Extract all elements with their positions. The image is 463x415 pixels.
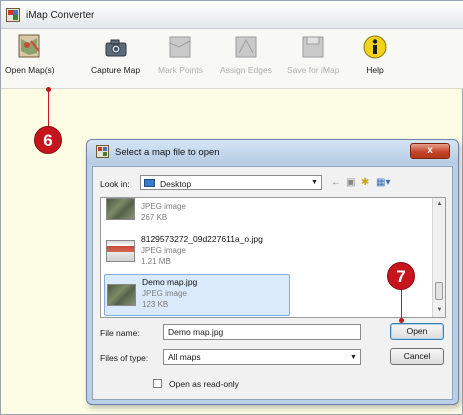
- help-label: Help: [366, 65, 384, 75]
- file-name: 8129573272_09d227611a_o.jpg: [141, 234, 263, 244]
- capture-map-label: Capture Map: [91, 65, 141, 75]
- look-in-label: Look in:: [100, 179, 130, 189]
- desktop-folder-icon: [144, 179, 155, 187]
- read-only-checkbox[interactable]: [153, 379, 162, 388]
- list-item[interactable]: JPEG image 267 KB: [104, 198, 290, 228]
- open-maps-button[interactable]: Open Map(s): [5, 33, 55, 75]
- file-size: 267 KB: [141, 213, 168, 222]
- help-button[interactable]: Help: [362, 33, 388, 75]
- imap-converter-window: iMap Converter Open Map(s) Capture Map M…: [0, 0, 463, 415]
- map-thumbnail-icon: [106, 198, 135, 220]
- look-in-value: Desktop: [160, 179, 192, 189]
- back-arrow-icon[interactable]: ←: [331, 177, 341, 188]
- save-icon: [302, 36, 324, 58]
- assign-edges-label: Assign Edges: [220, 65, 272, 75]
- read-only-label: Open as read-only: [169, 379, 239, 389]
- chevron-down-icon: ▼: [350, 354, 357, 361]
- new-folder-icon[interactable]: ✱: [361, 177, 369, 188]
- scroll-down-icon[interactable]: ▼: [435, 306, 444, 315]
- callout-step-6: 6: [34, 126, 62, 154]
- file-size: 1.21 MB: [141, 257, 171, 266]
- scroll-up-icon[interactable]: ▲: [435, 200, 444, 209]
- info-icon: [363, 35, 387, 59]
- file-name: Demo map.jpg: [142, 277, 198, 287]
- dialog-title-bar[interactable]: Select a map file to open x: [87, 140, 458, 164]
- app-title: iMap Converter: [26, 10, 95, 21]
- view-menu-icon[interactable]: ▦▾: [376, 177, 390, 188]
- title-bar[interactable]: iMap Converter: [1, 1, 463, 29]
- toolbar: Open Map(s) Capture Map Mark Points Assi…: [1, 29, 463, 89]
- look-in-dropdown[interactable]: Desktop ▼: [140, 175, 322, 190]
- file-type: JPEG image: [141, 202, 186, 211]
- app-icon: [6, 8, 20, 22]
- file-list[interactable]: JPEG image 267 KB 8129573272_09d227611a_…: [100, 197, 446, 318]
- file-name-field[interactable]: Demo map.jpg: [163, 324, 361, 340]
- files-of-type-value: All maps: [168, 352, 201, 362]
- list-item[interactable]: 8129573272_09d227611a_o.jpg JPEG image 1…: [104, 232, 290, 274]
- photo-thumbnail-icon: [106, 240, 135, 262]
- files-of-type-label: Files of type:: [100, 353, 149, 363]
- file-size: 123 KB: [142, 300, 169, 309]
- open-button[interactable]: Open: [390, 323, 444, 340]
- scroll-thumb[interactable]: [435, 282, 443, 300]
- files-of-type-dropdown[interactable]: All maps ▼: [163, 349, 361, 365]
- callout-step-7: 7: [387, 262, 415, 290]
- file-type: JPEG image: [142, 289, 187, 298]
- list-item-selected[interactable]: Demo map.jpg JPEG image 123 KB: [104, 274, 290, 316]
- dialog-close-button[interactable]: x: [410, 143, 450, 159]
- cancel-button[interactable]: Cancel: [390, 348, 444, 365]
- file-name-label: File name:: [100, 328, 140, 338]
- save-for-imap-button[interactable]: Save for iMap: [287, 33, 339, 75]
- camera-icon: [105, 39, 127, 57]
- dialog-title: Select a map file to open: [115, 147, 220, 158]
- file-type: JPEG image: [141, 246, 186, 255]
- assign-edges-button[interactable]: Assign Edges: [220, 33, 272, 75]
- save-for-imap-label: Save for iMap: [287, 65, 340, 75]
- up-folder-icon[interactable]: ▣: [346, 177, 355, 188]
- callout-7-pointer-line: [401, 290, 402, 320]
- map-thumbnail-icon: [107, 284, 136, 306]
- capture-map-button[interactable]: Capture Map: [91, 33, 140, 75]
- open-maps-label: Open Map(s): [5, 65, 55, 75]
- chevron-down-icon: ▼: [311, 179, 318, 186]
- assign-edges-icon: [235, 36, 257, 58]
- mark-points-label: Mark Points: [158, 65, 203, 75]
- open-map-icon: [18, 34, 40, 58]
- callout-7-pointer-dot: [399, 318, 404, 323]
- mark-points-button[interactable]: Mark Points: [158, 33, 203, 75]
- file-list-scrollbar[interactable]: ▲ ▼: [432, 198, 445, 317]
- callout-6-pointer-line: [48, 90, 49, 127]
- mark-points-icon: [169, 36, 191, 58]
- dialog-app-icon: [96, 145, 109, 158]
